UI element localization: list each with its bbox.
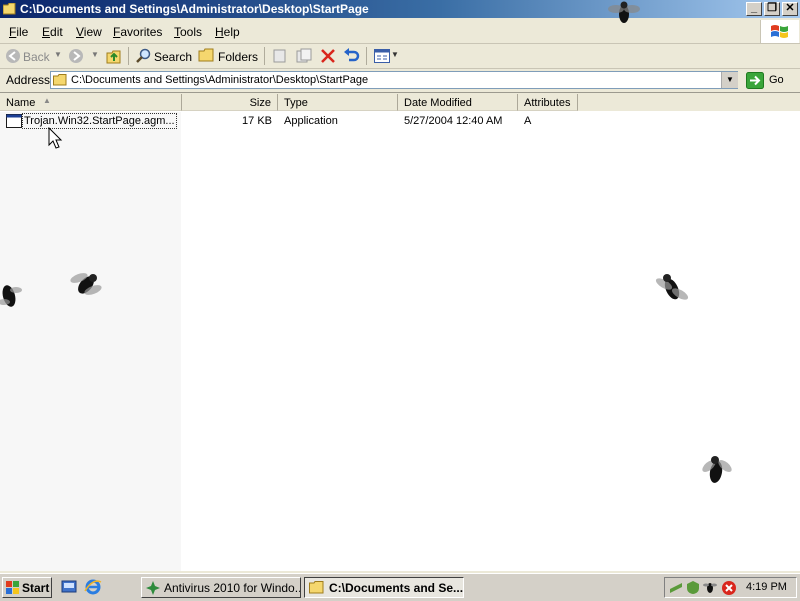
file-attributes: A [524, 115, 532, 127]
undo-icon[interactable] [343, 48, 360, 64]
go-arrow-icon[interactable] [746, 72, 764, 89]
address-input[interactable]: C:\Documents and Settings\Administrator\… [50, 71, 738, 89]
shield-icon[interactable] [686, 580, 700, 595]
up-folder-icon[interactable] [106, 47, 122, 65]
column-headers: Name ▲ Size Type Date Modified Attribute… [0, 94, 800, 111]
column-header-size[interactable]: Size [182, 94, 278, 111]
folders-icon[interactable] [198, 48, 215, 63]
menu-favorites[interactable]: Favorites [113, 25, 162, 39]
start-label: Start [22, 581, 50, 595]
windows-logo-icon [771, 25, 788, 38]
views-dropdown-icon[interactable]: ▼ [391, 50, 399, 59]
back-dropdown-icon[interactable]: ▼ [54, 50, 62, 59]
task-antivirus-2010[interactable]: Antivirus 2010 for Windo... [141, 577, 301, 598]
fly-icon [655, 274, 689, 300]
network-icon[interactable] [669, 581, 683, 595]
views-icon[interactable] [374, 49, 390, 63]
windows-logo [760, 20, 799, 43]
task-label: Antivirus 2010 for Windo... [164, 581, 301, 595]
show-desktop-icon[interactable] [61, 579, 77, 595]
move-to-icon[interactable] [272, 48, 288, 64]
fly-icon [0, 285, 22, 307]
mouse-pointer-icon [48, 127, 63, 149]
menu-file[interactable]: File [9, 25, 28, 39]
menu-tools[interactable]: Tools [174, 25, 202, 39]
sort-ascending-icon: ▲ [43, 96, 51, 105]
search-icon[interactable] [136, 48, 152, 64]
address-label: Address [6, 73, 51, 87]
address-value: C:\Documents and Settings\Administrator\… [71, 74, 369, 86]
back-arrow-icon[interactable] [5, 48, 21, 64]
task-label: C:\Documents and Se... [329, 581, 464, 595]
windows-flag-icon [6, 581, 19, 594]
file-name[interactable]: Trojan.Win32.StartPage.agm... [22, 113, 177, 129]
address-dropdown-icon[interactable]: ▼ [721, 72, 738, 88]
column-header-attributes[interactable]: Attributes [518, 94, 578, 111]
system-tray: 4:19 PM [664, 577, 797, 598]
clock: 4:19 PM [746, 581, 787, 593]
toolbar-separator [128, 47, 129, 65]
fly-icon [702, 456, 732, 483]
toolbar-separator [264, 47, 265, 65]
task-explorer-startpage[interactable]: C:\Documents and Se... [304, 577, 464, 598]
copy-to-icon[interactable] [296, 48, 312, 64]
go-button[interactable]: Go [769, 74, 784, 86]
search-button[interactable]: Search [154, 50, 192, 64]
menu-help[interactable]: Help [215, 25, 240, 39]
folder-icon [309, 581, 324, 594]
menu-bar: File Edit View Favorites Tools Help [0, 20, 800, 44]
column-header-type[interactable]: Type [278, 94, 398, 111]
start-button[interactable]: Start [2, 577, 52, 598]
column-header-name-label: Name [6, 97, 36, 109]
restore-button[interactable]: ❐ [764, 2, 780, 16]
forward-dropdown-icon[interactable]: ▼ [91, 50, 99, 59]
close-button[interactable]: ✕ [782, 2, 798, 16]
fly-icon [608, 1, 640, 23]
fly-icon[interactable] [703, 580, 717, 595]
delete-icon[interactable] [320, 48, 336, 64]
standard-toolbar: Back ▼ ▼ Search Folders ▼ [0, 44, 800, 69]
folders-button[interactable]: Folders [218, 50, 258, 64]
antivirus-app-icon [146, 581, 160, 595]
taskbar: Start Antivirus 2010 for Windo... C:\Doc… [0, 573, 800, 601]
file-size: 17 KB [242, 115, 272, 127]
title-bar[interactable]: C:\Documents and Settings\Administrator\… [0, 0, 800, 18]
internet-explorer-icon[interactable] [84, 578, 102, 596]
window-title: C:\Documents and Settings\Administrator\… [20, 2, 369, 16]
security-alert-icon[interactable] [721, 580, 737, 596]
table-row[interactable]: Trojan.Win32.StartPage.agm... 17 KB Appl… [0, 112, 800, 130]
application-icon [6, 114, 22, 128]
menu-view[interactable]: View [76, 25, 102, 39]
toolbar-separator [366, 47, 367, 65]
back-button[interactable]: Back [23, 50, 50, 64]
folder-icon [53, 74, 67, 86]
sorted-column-highlight [0, 112, 181, 571]
forward-arrow-icon[interactable] [68, 48, 84, 64]
column-header-date-modified[interactable]: Date Modified [398, 94, 518, 111]
menu-edit[interactable]: Edit [42, 25, 63, 39]
folder-icon [3, 3, 16, 15]
address-bar: Address C:\Documents and Settings\Admini… [0, 69, 800, 93]
fly-icon [70, 273, 102, 295]
minimize-button[interactable]: _ [746, 2, 762, 16]
column-header-name[interactable]: Name ▲ [0, 94, 182, 111]
file-type: Application [284, 115, 338, 127]
file-date-modified: 5/27/2004 12:40 AM [404, 115, 503, 127]
file-list[interactable]: Name ▲ Size Type Date Modified Attribute… [0, 94, 800, 571]
